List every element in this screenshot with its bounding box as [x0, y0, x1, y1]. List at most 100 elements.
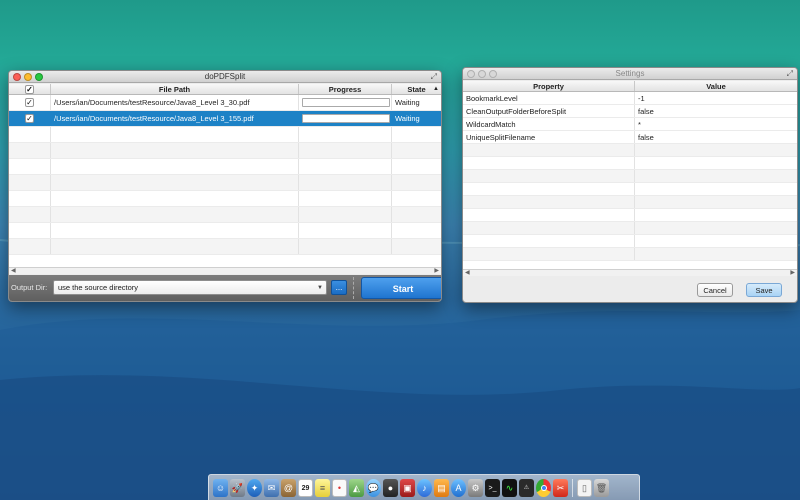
mail-icon[interactable]: ✉ — [264, 479, 279, 497]
file-table-header: ✓ File Path Progress State ▲ — [9, 84, 441, 95]
empty-row — [463, 170, 797, 183]
zoom-window-button[interactable] — [489, 70, 497, 78]
file-table: ✓ File Path Progress State ▲ ✓ /Users/ia… — [9, 84, 441, 267]
app-store-icon[interactable]: A — [451, 479, 466, 497]
pdf-app-icon[interactable]: ✂ — [553, 479, 568, 497]
notes-icon[interactable]: ≡ — [315, 479, 330, 497]
settings-row[interactable]: WildcardMatch * — [463, 118, 797, 131]
column-header-property[interactable]: Property — [463, 81, 635, 91]
empty-row — [9, 191, 441, 207]
state-cell: Waiting — [395, 98, 420, 107]
property-cell: WildcardMatch — [463, 118, 635, 130]
empty-row — [463, 222, 797, 235]
sort-arrow-icon: ▲ — [433, 86, 439, 92]
fullscreen-icon[interactable]: ⤢ — [787, 70, 793, 78]
console-icon[interactable]: ⚠ — [519, 479, 534, 497]
launchpad-icon[interactable]: 🚀 — [230, 479, 245, 497]
output-dir-select[interactable]: use the source directory ▼ — [53, 280, 327, 295]
settings-titlebar: Settings ⤢ — [463, 68, 797, 80]
activity-monitor-icon[interactable]: ∿ — [502, 479, 517, 497]
chrome-icon[interactable] — [536, 479, 551, 497]
dock-separator — [572, 479, 573, 497]
property-cell: CleanOutputFolderBeforeSplit — [463, 105, 635, 117]
progress-bar — [302, 114, 390, 123]
main-window: doPDFSplit ⤢ ✓ File Path Progress State … — [8, 70, 442, 302]
property-cell: UniqueSplitFilename — [463, 131, 635, 143]
empty-row — [463, 157, 797, 170]
empty-row — [463, 196, 797, 209]
column-header-value[interactable]: Value — [635, 81, 797, 91]
start-button[interactable]: Start — [361, 277, 441, 299]
empty-row — [9, 159, 441, 175]
browse-button[interactable]: ... — [331, 280, 347, 295]
scroll-left-icon[interactable]: ◀ — [11, 267, 16, 274]
scroll-right-icon[interactable]: ▶ — [434, 267, 439, 274]
value-cell[interactable]: -1 — [635, 92, 797, 104]
settings-table-header: Property Value — [463, 81, 797, 92]
itunes-icon[interactable]: ♪ — [417, 479, 432, 497]
safari-icon[interactable]: ✦ — [247, 479, 262, 497]
scroll-left-icon[interactable]: ◀ — [465, 269, 470, 276]
empty-row — [463, 248, 797, 261]
column-header-check[interactable]: ✓ — [9, 84, 51, 94]
minimize-window-button[interactable] — [24, 73, 32, 81]
empty-row — [9, 223, 441, 239]
state-cell: Waiting — [395, 114, 420, 123]
value-cell[interactable]: false — [635, 131, 797, 143]
scroll-right-icon[interactable]: ▶ — [790, 269, 795, 276]
messages-icon[interactable]: 💬 — [366, 479, 381, 497]
horizontal-scrollbar[interactable]: ◀ ▶ — [9, 267, 441, 274]
empty-row — [9, 207, 441, 223]
table-row[interactable]: ✓ /Users/ian/Documents/testResource/Java… — [9, 95, 441, 111]
value-cell[interactable]: * — [635, 118, 797, 130]
photo-booth-icon[interactable]: ▣ — [400, 479, 415, 497]
output-bar: Output Dir: use the source directory ▼ .… — [9, 275, 441, 301]
row-checkbox[interactable]: ✓ — [25, 114, 34, 123]
zoom-window-button[interactable] — [35, 73, 43, 81]
system-preferences-icon[interactable]: ⚙ — [468, 479, 483, 497]
settings-row[interactable]: UniqueSplitFilename false — [463, 131, 797, 144]
ibooks-icon[interactable]: ▤ — [434, 479, 449, 497]
column-header-progress[interactable]: Progress — [299, 84, 392, 94]
settings-row[interactable]: BookmarkLevel -1 — [463, 92, 797, 105]
close-window-button[interactable] — [467, 70, 475, 78]
document-icon[interactable]: ▯ — [577, 479, 592, 497]
dropdown-arrow-icon: ▼ — [317, 285, 323, 291]
main-titlebar: doPDFSplit ⤢ — [9, 71, 441, 83]
fullscreen-icon[interactable]: ⤢ — [431, 73, 437, 81]
settings-row[interactable]: CleanOutputFolderBeforeSplit false — [463, 105, 797, 118]
calendar-icon[interactable]: 29 — [298, 479, 313, 497]
cancel-button[interactable]: Cancel — [697, 283, 733, 297]
close-window-button[interactable] — [13, 73, 21, 81]
row-checkbox[interactable]: ✓ — [25, 98, 34, 107]
empty-row — [9, 239, 441, 255]
property-cell: BookmarkLevel — [463, 92, 635, 104]
empty-row — [463, 144, 797, 157]
facetime-icon[interactable]: ● — [383, 479, 398, 497]
empty-row — [9, 127, 441, 143]
reminders-icon[interactable]: • — [332, 479, 347, 497]
empty-row — [463, 209, 797, 222]
trash-icon[interactable]: 🗑 — [594, 479, 609, 497]
file-path-cell: /Users/ian/Documents/testResource/Java8_… — [51, 111, 299, 126]
table-row-selected[interactable]: ✓ /Users/ian/Documents/testResource/Java… — [9, 111, 441, 127]
save-button[interactable]: Save — [746, 283, 782, 297]
maps-icon[interactable]: ◭ — [349, 479, 364, 497]
horizontal-scrollbar[interactable]: ◀ ▶ — [463, 269, 797, 276]
empty-row — [463, 235, 797, 248]
main-window-title: doPDFSplit — [204, 72, 246, 81]
dock: ☺ 🚀 ✦ ✉ @ 29 ≡ • ◭ 💬 ● ▣ ♪ ▤ A ⚙ >_ ∿ ⚠ … — [208, 474, 640, 500]
finder-icon[interactable]: ☺ — [213, 479, 228, 497]
terminal-icon[interactable]: >_ — [485, 479, 500, 497]
empty-row — [9, 175, 441, 191]
value-cell[interactable]: false — [635, 105, 797, 117]
column-header-file-path[interactable]: File Path — [51, 84, 299, 94]
file-path-cell: /Users/ian/Documents/testResource/Java8_… — [51, 95, 299, 110]
minimize-window-button[interactable] — [478, 70, 486, 78]
divider — [353, 277, 354, 299]
column-header-state[interactable]: State ▲ — [392, 84, 441, 94]
settings-window-title: Settings — [615, 69, 645, 78]
empty-row — [9, 143, 441, 159]
contacts-icon[interactable]: @ — [281, 479, 296, 497]
empty-row — [463, 183, 797, 196]
